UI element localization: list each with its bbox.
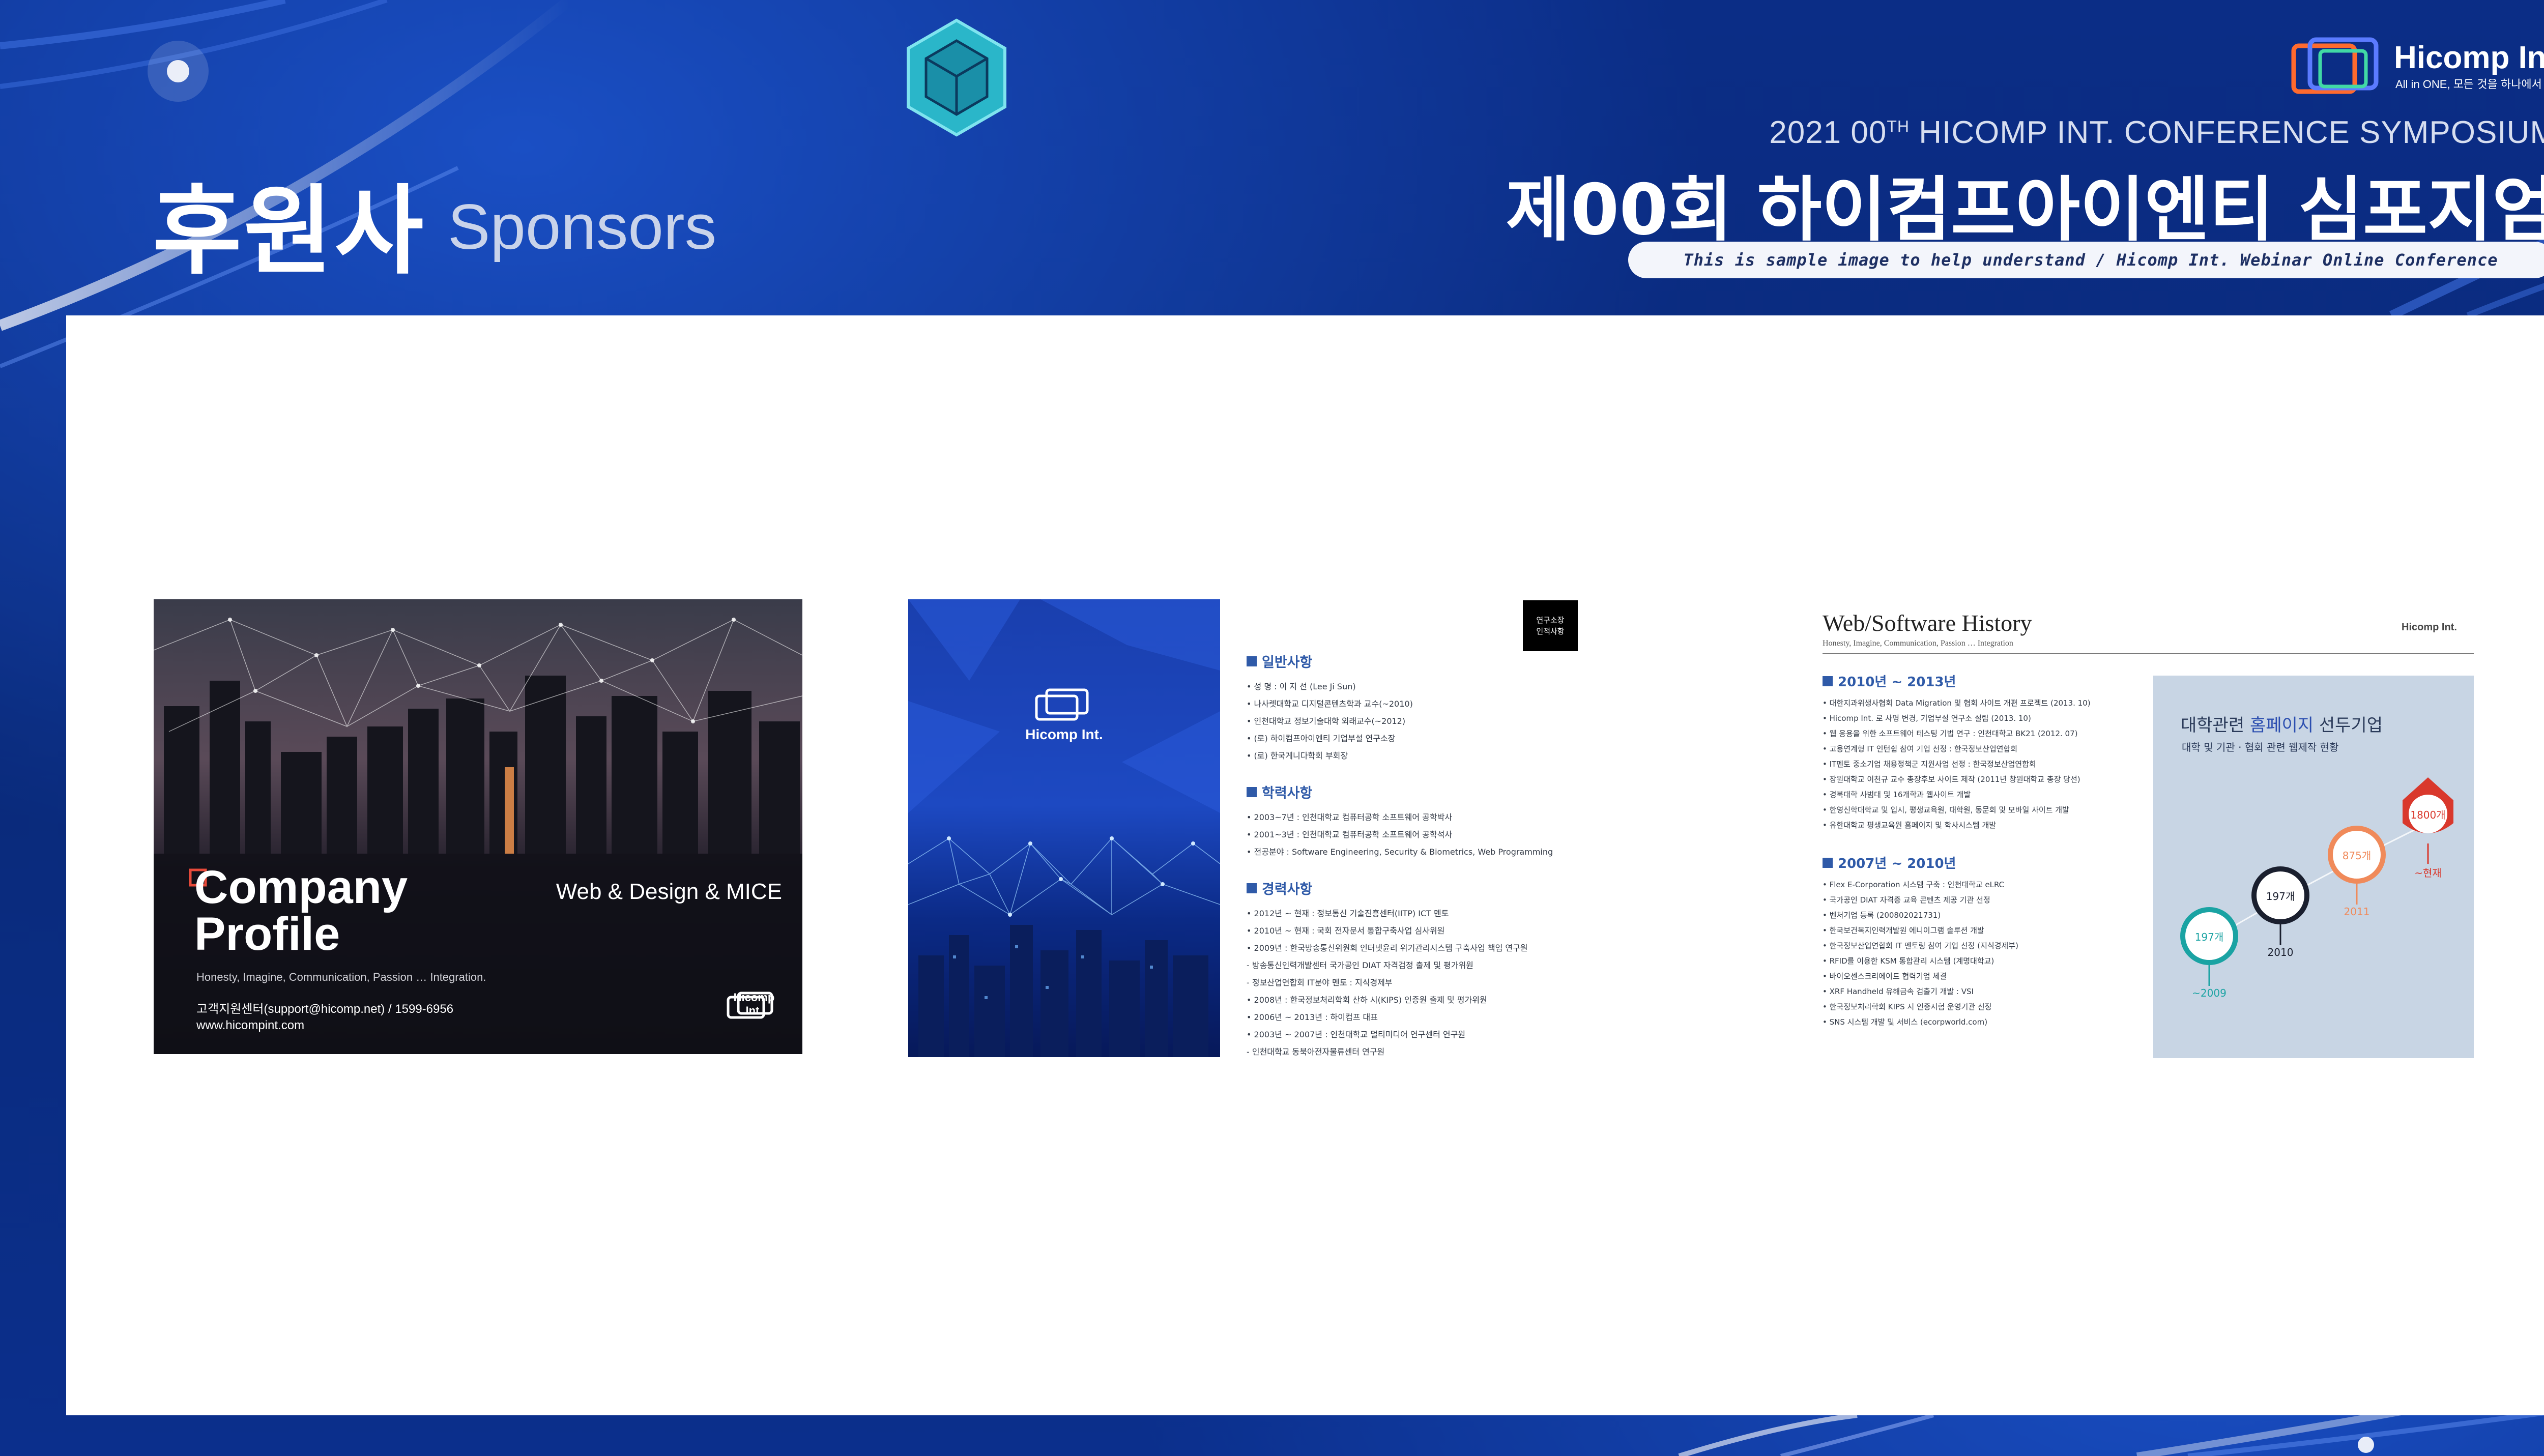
symposium-korean-title: 제00회 하이컴프아이엔티 심포지엄 [1506, 169, 2544, 251]
company-profile-contact: 고객지원센터(support@hicomp.net) / 1599-6956 ww… [196, 1002, 454, 1032]
history-item: • 장원대학교 이천규 교수 총장후보 사이트 제작 (2011년 창원대학교 … [1823, 775, 2080, 784]
history-item: • 국가공인 DIAT 자격증 교육 콘텐츠 제공 기관 선정 [1823, 895, 1990, 905]
brand-name: Hicomp Int. [2394, 40, 2544, 75]
section-square-icon [1247, 787, 1257, 797]
history-infographic: 대학관련 홈페이지 선두기업 대학 및 기관 · 협회 관련 웹제작 현황 19… [2153, 676, 2474, 1058]
resume-item: - 정보산업연합회 IT분야 멘토 : 지식경제부 [1247, 978, 1393, 987]
history-item: • SNS 시스템 개발 및 서비스 (ecorpworld.com) [1823, 1017, 1988, 1027]
resume-item: • 성 명 : 이 지 선 (Lee Ji Sun) [1247, 682, 1356, 691]
pin-marker-icon [2328, 826, 2386, 905]
company-profile-card[interactable]: Company Profile Web & Design & MICE Hones… [154, 599, 802, 1054]
resume-item: - 방송통신인력개발센터 국가공인 DIAT 자격검정 출제 및 평가위원 [1247, 960, 1473, 970]
page-title-english: Sponsors [448, 192, 717, 263]
resume-item: • 2012년 ~ 현재 : 정보통신 기술진흥센터(IITP) ICT 멘토 [1247, 909, 1449, 918]
pin-value: 197개 [2194, 931, 2224, 943]
banner-note-text: This is sample image to help understand … [1683, 250, 2498, 270]
history-item: • 한국정보산업연합회 IT 멘토링 참여 기업 선정 (지식경제부) [1823, 941, 2018, 950]
resume-item: • 2009년 : 한국방송통신위원회 인터넷윤리 위기관리시스템 구축사업 책… [1247, 943, 1528, 953]
history-item: • 웹 응용을 위한 소프트웨어 테스팅 기법 연구 : 인천대학교 BK21 … [1823, 729, 2078, 738]
history-item: • 벤처기업 등록 (200802021731) [1823, 911, 1941, 920]
resume-item: • 2003~7년 : 인천대학교 컴퓨터공학 소프트웨어 공학박사 [1247, 812, 1453, 822]
resume-page: 일반사항 • 성 명 : 이 지 선 (Lee Ji Sun) • 나사렛대학교… [1247, 651, 1603, 1061]
resume-item: • 2006년 ~ 2013년 : 하이컴프 대표 [1247, 1012, 1378, 1022]
pin-marker-icon [2180, 907, 2238, 986]
section-square-icon [1823, 857, 1833, 868]
history-item: • 한영신학대학교 및 입시, 평생교육원, 대학원, 동문회 및 모바일 사이… [1823, 805, 2069, 814]
history-item: • 경북대학 사범대 및 16개학과 웹사이트 개발 [1823, 790, 1971, 799]
history-logo-text: Hicomp Int. [2402, 622, 2457, 633]
banner-note-pill: This is sample image to help understand … [1628, 242, 2544, 278]
company-profile-title: Company Profile [194, 861, 408, 960]
company-profile-values: Honesty, Imagine, Communication, Passion… [196, 971, 486, 983]
brochure-cover-card[interactable]: Hicomp Int. [908, 599, 1220, 1057]
history-tagline: Honesty, Imagine, Communication, Passion… [1823, 639, 2013, 648]
history-item: • IT멘토 중소기업 채용정책군 지원사업 선정 : 한국정보산업연합회 [1823, 760, 2036, 769]
pin-year: ~2009 [2192, 987, 2227, 999]
page-title-korean: 후원사 [153, 175, 426, 287]
history-section-2010-2013: 2010년 ~ 2013년 [1823, 672, 2143, 690]
history-item: • XRF Handheld 유해금속 검출기 개발 : VSI [1823, 987, 1974, 996]
brochure-cover-logo-text: Hicomp Int. [1025, 726, 1103, 742]
history-item: • 유한대학교 평생교육원 홈페이지 및 학사시스템 개발 [1823, 821, 1997, 830]
section-square-icon [1247, 656, 1257, 666]
pin-year: ~현재 [2414, 867, 2442, 879]
company-profile-services: Web & Design & MICE [556, 879, 782, 904]
city-skyline-image [154, 618, 802, 1054]
history-item: • 한국보건복지인력개발원 에니이그램 솔루션 개발 [1823, 926, 1984, 935]
pin-year: 2010 [2267, 946, 2294, 958]
pin-value: 1800개 [2410, 809, 2446, 821]
brand-tagline: All in ONE, 모든 것을 하나에서 [2395, 78, 2542, 91]
history-item: • 대한지과위생사협회 Data Migration 및 협회 사이트 개편 프… [1823, 698, 2091, 708]
resume-item: • 2010년 ~ 현재 : 국회 전자문서 통합구축사업 심사위원 [1247, 926, 1445, 936]
resume-item: - 인천대학교 동북아전자물류센터 연구원 [1247, 1047, 1385, 1057]
history-item: • Flex E-Corporation 시스템 구축 : 인천대학교 eLRC [1823, 880, 2005, 889]
resume-item: • 2001~3년 : 인천대학교 컴퓨터공학 소프트웨어 공학석사 [1247, 830, 1453, 839]
brand-logo-icon [2291, 37, 2379, 94]
resume-item: • 2008년 : 한국정보처리학회 산하 시(KIPS) 인증원 출제 및 평… [1247, 995, 1487, 1005]
history-title: Web/Software History [1823, 610, 2032, 636]
history-item: • 한국정보처리학회 KIPS 시 인증시험 운영기관 선정 [1823, 1002, 1992, 1011]
hexagon-emblem-icon [907, 18, 1006, 137]
section-square-icon [1247, 883, 1257, 893]
history-item: • 고용연계형 IT 인턴쉽 참여 기업 선정 : 한국정보산업연합회 [1823, 744, 2018, 753]
history-divider [1823, 653, 2474, 654]
history-item: • RFID를 이용한 KSM 통합관리 시스템 (계명대학교) [1823, 956, 1994, 966]
pin-marker-icon [2251, 866, 2309, 945]
history-item: • Hicomp Int. 로 사명 변경, 기업부설 연구소 설립 (2013… [1823, 714, 2031, 723]
pin-value: 197개 [2266, 890, 2295, 902]
resume-item: • 전공분야 : Software Engineering, Security … [1247, 847, 1553, 857]
resume-badge: 연구소장 인적사항 [1523, 600, 1578, 651]
history-item: • 바이오센스크리에이트 협력기업 체결 [1823, 972, 1947, 981]
symposium-english-title: 2021 00TH HICOMP INT. CONFERENCE SYMPOSI… [1769, 115, 2544, 150]
resume-item: • 인천대학교 정보기술대학 외래교수(~2012) [1247, 716, 1406, 726]
hicomp-logo-icon [727, 992, 773, 1019]
company-profile-logo: Hicomp Int. [726, 991, 782, 1019]
history-timeline: 2010년 ~ 2013년 • 대한지과위생사협회 Data Migration… [1823, 672, 2143, 1030]
history-section-2007-2010: 2007년 ~ 2010년 [1823, 853, 2143, 872]
resume-item: • 나사렛대학교 디지털콘텐츠학과 교수(~2010) [1247, 699, 1413, 709]
pin-year: 2011 [2344, 906, 2370, 918]
blue-network-city-image [908, 599, 1220, 1057]
resume-item: • 2003년 ~ 2007년 : 인천대학교 멀티미디어 연구센터 연구원 [1247, 1030, 1466, 1039]
resume-item: • (로) 한국게니다학회 부회장 [1247, 751, 1348, 761]
resume-item: • (로) 하이컴프아이엔티 기업부설 연구소장 [1247, 734, 1396, 743]
pin-value: 875개 [2342, 850, 2372, 862]
resume-section-career: 경력사항 [1247, 878, 1603, 898]
resume-section-general: 일반사항 [1247, 651, 1603, 671]
resume-section-education: 학력사항 [1247, 782, 1603, 802]
section-square-icon [1823, 676, 1833, 686]
